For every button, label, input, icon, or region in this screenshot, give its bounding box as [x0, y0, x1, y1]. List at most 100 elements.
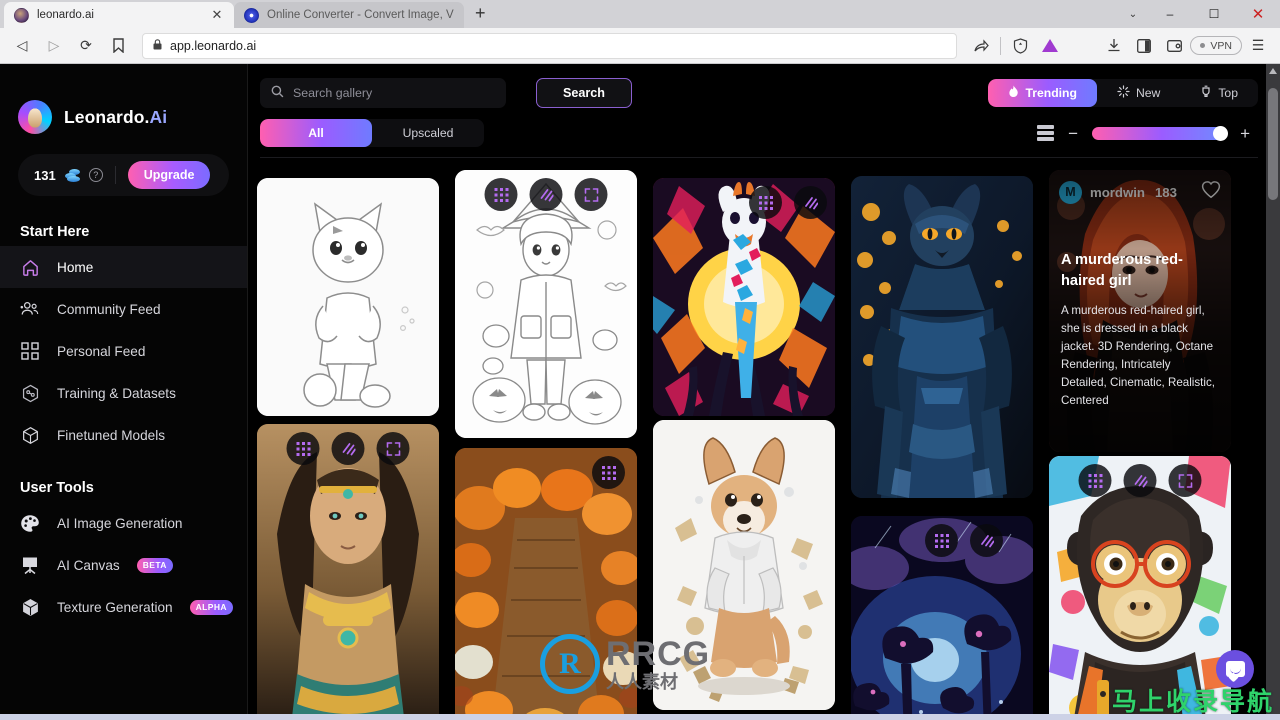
window-close-button[interactable]: ✕ — [1236, 0, 1280, 28]
variation-icon[interactable] — [794, 186, 827, 219]
upgrade-button[interactable]: Upgrade — [127, 161, 211, 189]
sidebar-item-label: AI Canvas — [57, 557, 120, 573]
tab-new[interactable]: New — [1097, 79, 1180, 107]
variation-icon[interactable] — [529, 178, 563, 211]
zoom-slider[interactable] — [1092, 125, 1229, 141]
sidebar-item-label: AI Image Generation — [57, 515, 183, 531]
sidebar-item-home[interactable]: Home — [0, 246, 247, 288]
variation-icon[interactable] — [1123, 464, 1157, 497]
brave-rewards-icon[interactable] — [1036, 32, 1064, 60]
variation-icon[interactable] — [331, 432, 365, 465]
sidebar-item-texture-generation[interactable]: Texture Generation ALPHA — [0, 586, 247, 628]
layout-rows-icon[interactable] — [1037, 125, 1055, 141]
wallet-icon[interactable] — [1160, 32, 1188, 60]
expand-icon[interactable] — [376, 432, 410, 465]
gallery-item-glowing-magic-forest[interactable] — [851, 516, 1033, 720]
sidebar-item-ai-image-generation[interactable]: AI Image Generation — [0, 502, 247, 544]
image-action-buttons — [925, 524, 1003, 557]
upscale-icon[interactable] — [286, 432, 320, 465]
share-icon[interactable] — [967, 32, 995, 60]
download-icon[interactable] — [1100, 32, 1128, 60]
gallery-item-graffiti-monkey-glasses[interactable] — [1049, 456, 1231, 720]
menu-icon[interactable]: ☰ — [1244, 32, 1272, 60]
tab-label: Trending — [1025, 86, 1077, 100]
sidebar-item-personal-feed[interactable]: Personal Feed — [0, 330, 247, 372]
brand-name-suffix: Ai — [149, 106, 168, 127]
leonardo-logo-icon — [18, 100, 52, 134]
minimize-button[interactable]: – — [1148, 0, 1192, 28]
image-action-buttons — [484, 178, 608, 211]
sidebar-item-label: Training & Datasets — [57, 385, 176, 401]
gallery-item-cartoon-kitten-sketch[interactable] — [257, 178, 439, 416]
image-action-buttons — [1078, 464, 1202, 497]
sidebar-item-ai-canvas[interactable]: AI Canvas BETA — [0, 544, 247, 586]
gallery-item-red-haired-girl-hovered[interactable]: M mordwin 183 A murderous red-haired gir… — [1049, 170, 1231, 452]
tab-top[interactable]: Top — [1180, 79, 1258, 107]
question-mark-icon[interactable]: ? — [88, 168, 103, 182]
image-gallery: M mordwin 183 A murderous red-haired gir… — [257, 168, 1266, 720]
upscale-icon[interactable] — [484, 178, 518, 211]
new-tab-button[interactable]: + — [464, 4, 497, 25]
bookmark-icon[interactable] — [104, 32, 132, 60]
upscale-icon[interactable] — [749, 186, 782, 219]
slider-knob[interactable] — [1213, 125, 1229, 141]
gallery-item-armored-cat-warrior[interactable] — [851, 176, 1033, 498]
browser-tab-leonardo[interactable]: leonardo.ai ✕ — [4, 2, 234, 28]
gallery-item-halloween-girl-lineart[interactable] — [455, 170, 637, 438]
app-logo[interactable]: Leonardo.Ai — [0, 64, 247, 134]
artwork-thumbnail — [257, 178, 439, 416]
variation-icon[interactable] — [970, 524, 1003, 557]
easel-icon — [20, 555, 40, 575]
toolbar-right-icons: VPN ☰ — [967, 32, 1272, 60]
back-icon[interactable]: ◁ — [8, 32, 36, 60]
upscale-icon[interactable] — [1078, 464, 1112, 497]
reload-icon[interactable]: ⟳ — [72, 32, 100, 60]
zoom-in-button[interactable]: + — [1240, 125, 1250, 142]
tab-label: Top — [1218, 86, 1238, 100]
search-input[interactable] — [293, 86, 495, 100]
expand-icon[interactable] — [574, 178, 608, 211]
expand-icon[interactable] — [1168, 464, 1202, 497]
flame-icon — [1008, 85, 1019, 101]
vpn-label: VPN — [1210, 39, 1232, 52]
tab-title: Online Converter - Convert Image, Vid — [267, 9, 454, 21]
chevron-down-icon[interactable]: ⌄ — [1118, 0, 1148, 28]
zoom-out-button[interactable]: − — [1068, 125, 1078, 142]
artwork-thumbnail — [257, 424, 439, 720]
artwork-title: A murderous red-haired girl — [1061, 252, 1183, 290]
tab-all[interactable]: All — [260, 119, 372, 147]
page-scrollbar[interactable] — [1266, 64, 1280, 720]
browser-tab-converter[interactable]: Online Converter - Convert Image, Vid — [234, 2, 464, 28]
rrcg-text-line2: 人人素材 — [606, 672, 678, 692]
upscale-icon[interactable] — [925, 524, 958, 557]
sidebar-item-community-feed[interactable]: Community Feed — [0, 288, 247, 330]
sidebar-panel-icon[interactable] — [1130, 32, 1158, 60]
chat-bubble-icon[interactable] — [1216, 650, 1254, 688]
tab-trending[interactable]: Trending — [988, 79, 1097, 107]
gallery-item-colorful-giraffe-sunset[interactable] — [653, 178, 835, 416]
sidebar-item-finetuned-models[interactable]: Finetuned Models — [0, 414, 247, 456]
close-icon[interactable]: ✕ — [210, 7, 224, 23]
tab-upscaled[interactable]: Upscaled — [372, 119, 484, 147]
page-viewport: Leonardo.Ai 131 ? Upgrade Start Here Hom… — [0, 64, 1280, 720]
scroll-up-arrow-icon[interactable] — [1269, 68, 1277, 74]
brand-name: Leonardo.Ai — [64, 107, 167, 128]
search-field-wrapper[interactable] — [260, 78, 506, 108]
brave-shield-icon[interactable] — [1006, 32, 1034, 60]
taskbar-strip — [0, 714, 1280, 720]
vpn-button[interactable]: VPN — [1190, 36, 1242, 55]
maximize-button[interactable]: ☐ — [1192, 0, 1236, 28]
sidebar-item-label: Personal Feed — [57, 343, 146, 359]
lock-icon — [153, 38, 162, 53]
rrcg-watermark-text: RRCG 人人素材 — [606, 637, 710, 691]
converter-favicon-icon — [244, 7, 259, 23]
sidebar-heading-user-tools: User Tools — [20, 480, 94, 496]
forward-icon[interactable]: ▷ — [40, 32, 68, 60]
address-bar[interactable]: app.leonardo.ai — [142, 32, 958, 59]
scrollbar-thumb[interactable] — [1268, 88, 1278, 200]
sidebar-item-training-datasets[interactable]: Training & Datasets — [0, 372, 247, 414]
gallery-item-egyptian-queen-portrait[interactable] — [257, 424, 439, 720]
grid-icon — [20, 341, 40, 361]
search-button[interactable]: Search — [536, 78, 632, 108]
upscale-icon[interactable] — [592, 456, 625, 489]
